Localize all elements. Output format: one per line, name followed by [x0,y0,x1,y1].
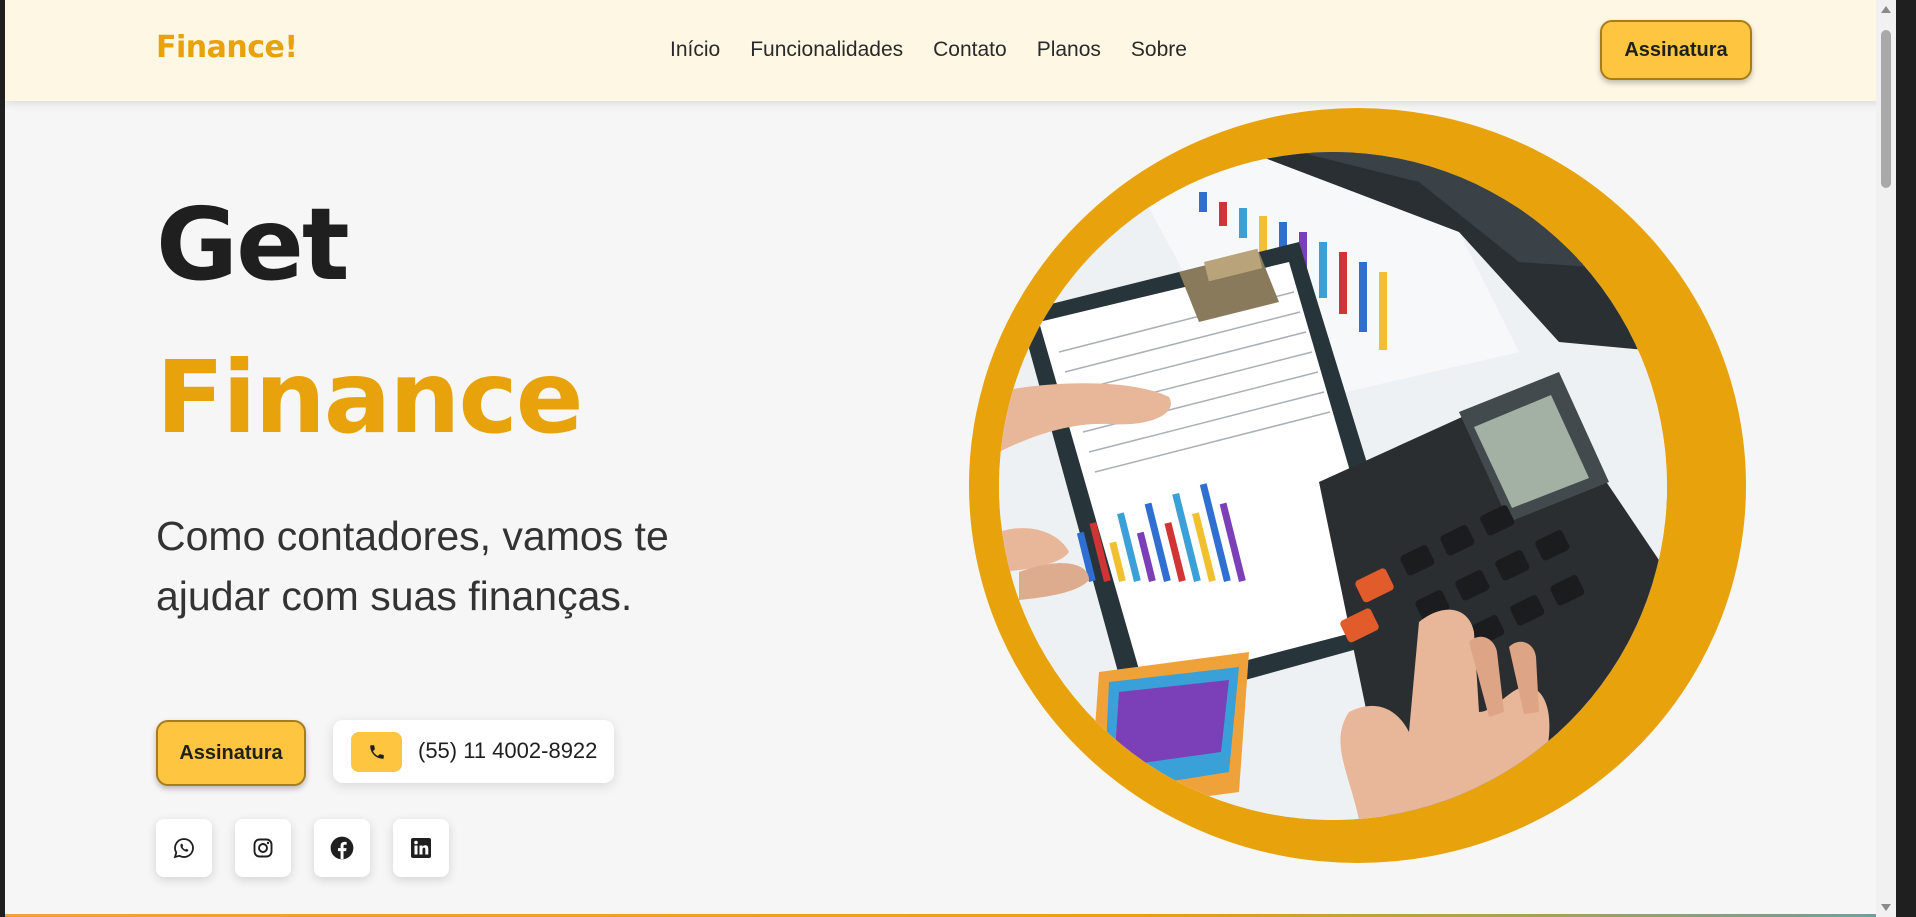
navbar: Finance! Início Funcionalidades Contato … [5,0,1896,101]
whatsapp-icon [173,838,194,859]
phone-number: (55) 11 4002-8922 [418,738,598,763]
nav-link-planos[interactable]: Planos [1037,38,1101,62]
hero-description: Como contadores, vamos te ajudar com sua… [156,513,669,619]
nav-link-inicio[interactable]: Início [670,38,720,62]
page-viewport: Finance! Início Funcionalidades Contato … [5,0,1896,917]
phone-icon [351,732,402,772]
vertical-scrollbar[interactable] [1876,0,1896,917]
linkedin-button[interactable] [393,819,449,877]
whatsapp-button[interactable] [156,819,212,877]
scroll-down-arrow-icon[interactable] [1881,904,1891,911]
social-links [156,819,449,877]
linkedin-icon [411,838,431,858]
facebook-button[interactable] [314,819,370,877]
phone-contact-button[interactable]: (55) 11 4002-8922 [333,720,614,783]
nav-link-contato[interactable]: Contato [933,38,1007,62]
finance-calculator-photo [999,152,1667,820]
scroll-up-arrow-icon[interactable] [1881,6,1891,13]
brand-logo[interactable]: Finance! [156,30,298,65]
hero-subscribe-button[interactable]: Assinatura [156,720,306,786]
hero-title-get: Get [156,186,350,303]
nav-link-sobre[interactable]: Sobre [1131,38,1187,62]
nav-links: Início Funcionalidades Contato Planos So… [670,38,1187,62]
instagram-icon [253,838,273,858]
scrollbar-thumb[interactable] [1881,30,1891,188]
instagram-button[interactable] [235,819,291,877]
nav-subscribe-button[interactable]: Assinatura [1600,20,1752,80]
hero-title-finance: Finance [156,339,584,456]
facebook-icon [330,836,354,860]
nav-link-funcionalidades[interactable]: Funcionalidades [750,38,903,62]
